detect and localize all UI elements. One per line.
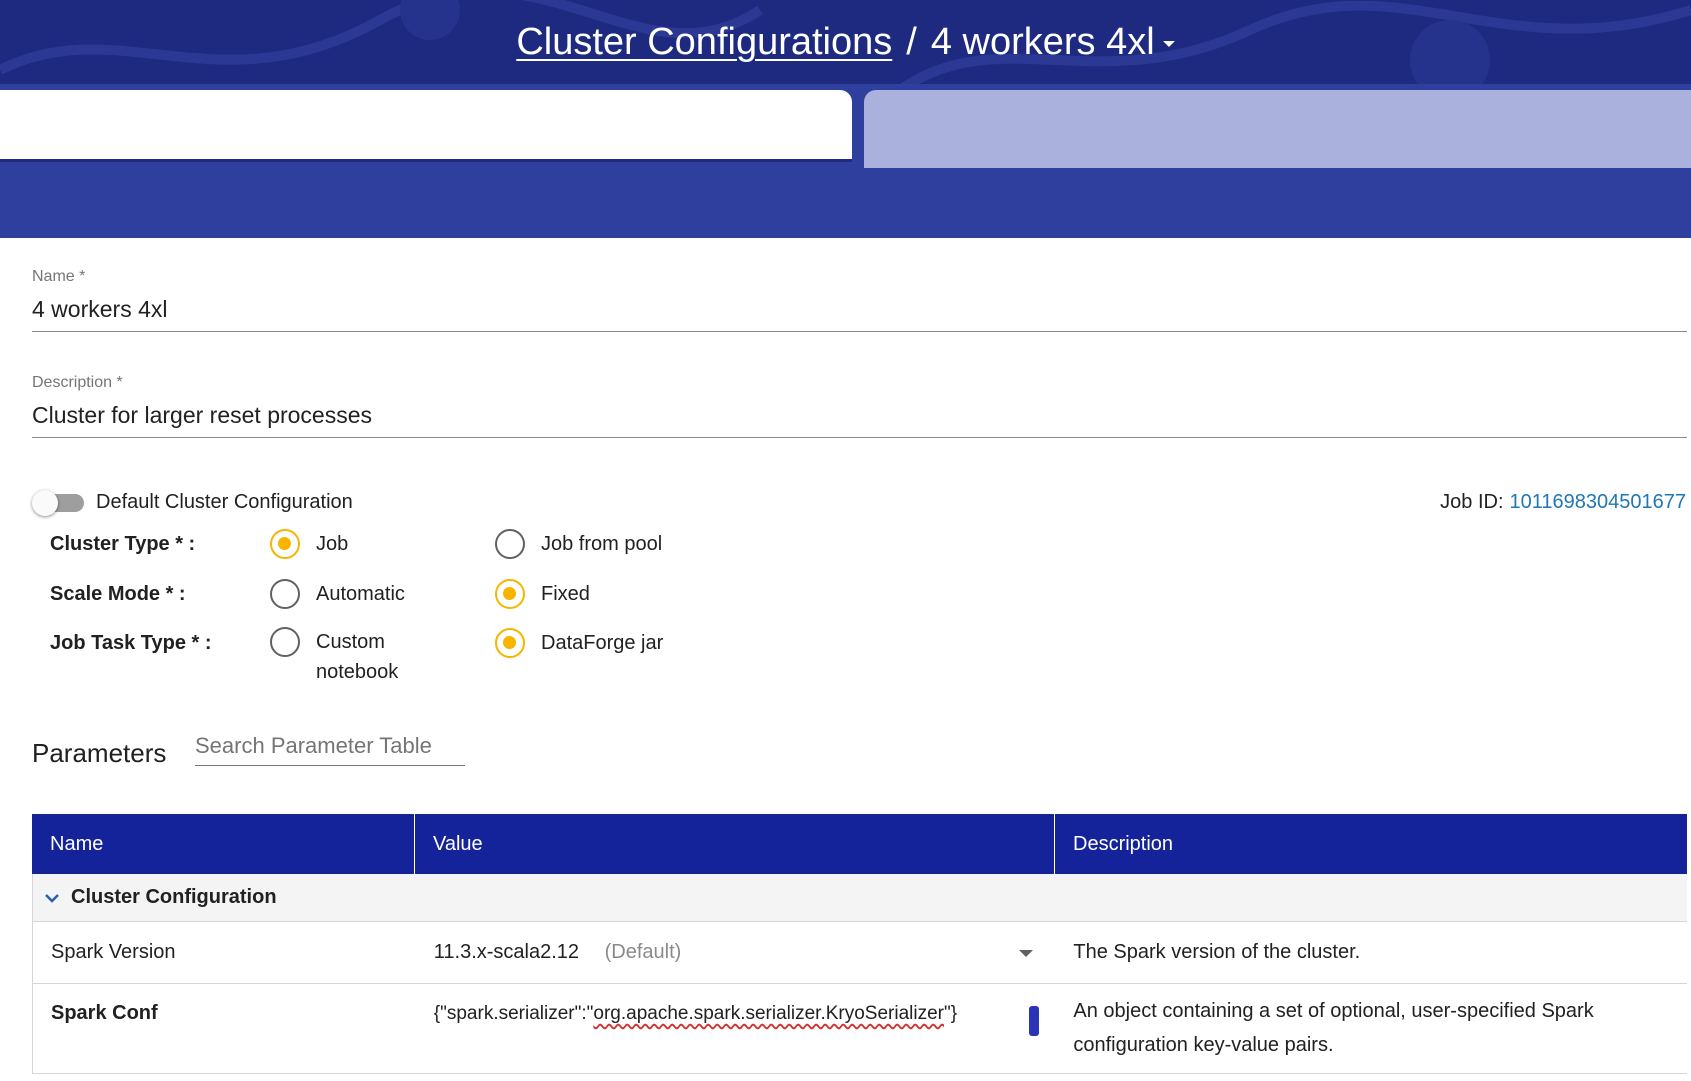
group-label: Cluster Configuration — [71, 886, 277, 908]
description-input[interactable]: Cluster for larger reset processes — [32, 402, 1687, 437]
json-suffix: "} — [944, 1003, 958, 1024]
cluster-type-row: Cluster Type * : Job Job from pool — [50, 528, 750, 560]
group-row-cluster-configuration[interactable]: Cluster Configuration — [32, 874, 1687, 922]
breadcrumb-current-label: 4 workers 4xl — [930, 20, 1155, 63]
tab-inactive[interactable] — [864, 90, 1691, 168]
scale-mode-row: Scale Mode * : Automatic Fixed — [50, 578, 750, 610]
radio-job-label: Job — [316, 533, 349, 555]
row-description: An object containing a set of optional, … — [1073, 1000, 1594, 1056]
chevron-down-icon — [45, 893, 59, 903]
parameters-title: Parameters — [32, 738, 167, 768]
job-id-label: Job ID: — [1440, 490, 1504, 513]
radio-dataforge-jar[interactable]: DataForge jar — [495, 627, 663, 659]
row-description: The Spark version of the cluster. — [1073, 941, 1361, 963]
toggle-thumb — [32, 490, 58, 516]
radio-dataforge-jar-label: DataForge jar — [541, 632, 664, 654]
parameter-table: Name Value Description Cluster Configura… — [32, 814, 1687, 1074]
spark-conf-json[interactable]: {"spark.serializer":"org.apache.spark.se… — [434, 1003, 957, 1024]
json-flagged-text: org.apache.spark.serializer.KryoSerializ… — [593, 1003, 944, 1024]
cluster-type-label: Cluster Type * : — [50, 533, 196, 555]
row-name: Spark Conf — [51, 1002, 158, 1024]
radio-custom-notebook[interactable]: Custom notebook — [270, 627, 416, 697]
tab-band — [0, 84, 1691, 238]
parameter-search-input[interactable] — [195, 726, 465, 766]
breadcrumb-link-cluster-configurations[interactable]: Cluster Configurations — [516, 21, 892, 64]
table-header: Name Value Description — [32, 814, 1687, 874]
scale-mode-label: Scale Mode * : — [50, 583, 186, 605]
radio-unchecked-icon — [495, 529, 525, 559]
job-task-type-label: Job Task Type * : — [50, 632, 212, 654]
radio-automatic-label: Automatic — [316, 583, 405, 605]
table-row: Spark Version 11.3.x-scala2.12 (Default)… — [32, 922, 1687, 984]
name-label: Name * — [32, 268, 86, 285]
default-config-label: Default Cluster Configuration — [96, 490, 353, 513]
column-header-name: Name — [32, 814, 415, 874]
name-field[interactable]: Name * 4 workers 4xl — [32, 268, 1687, 332]
row-name: Spark Version — [51, 941, 176, 963]
edit-handle-icon[interactable] — [1029, 1006, 1040, 1036]
spark-version-select[interactable]: 11.3.x-scala2.12 (Default) — [416, 941, 1056, 964]
column-header-description: Description — [1073, 833, 1174, 855]
job-task-type-row: Job Task Type * : Custom notebook DataFo… — [50, 627, 750, 697]
radio-job[interactable]: Job — [270, 528, 348, 560]
radio-checked-icon — [495, 579, 525, 609]
caret-down-icon — [1162, 41, 1175, 47]
default-config-toggle-row: Default Cluster Configuration — [32, 488, 353, 516]
breadcrumb-current-dropdown[interactable]: 4 workers 4xl — [931, 21, 1175, 64]
radio-fixed-label: Fixed — [541, 583, 590, 605]
radio-checked-icon — [495, 628, 525, 658]
config-form: Name * 4 workers 4xl Description * Clust… — [0, 238, 1691, 1081]
tab-active[interactable] — [0, 90, 852, 162]
radio-job-from-pool[interactable]: Job from pool — [495, 528, 662, 560]
radio-custom-notebook-label: Custom notebook — [316, 631, 399, 683]
radio-fixed[interactable]: Fixed — [495, 578, 590, 610]
description-field[interactable]: Description * Cluster for larger reset p… — [32, 374, 1687, 438]
app-header: Cluster Configurations / 4 workers 4xl — [0, 0, 1691, 90]
spark-version-default-note: (Default) — [604, 941, 682, 963]
radio-checked-icon — [270, 529, 300, 559]
spark-conf-value[interactable]: {"spark.serializer":"org.apache.spark.se… — [416, 984, 1056, 1073]
radio-job-from-pool-label: Job from pool — [541, 533, 663, 555]
breadcrumb: Cluster Configurations / 4 workers 4xl — [0, 0, 1691, 84]
radio-unchecked-icon — [270, 579, 300, 609]
spark-version-value: 11.3.x-scala2.12 — [433, 941, 580, 963]
description-label: Description * — [32, 374, 123, 391]
table-row: Spark Conf {"spark.serializer":"org.apac… — [32, 984, 1687, 1074]
default-config-toggle[interactable] — [32, 490, 84, 516]
radio-automatic[interactable]: Automatic — [270, 578, 405, 610]
json-prefix: {"spark.serializer":" — [433, 1003, 594, 1024]
radio-unchecked-icon — [270, 627, 300, 657]
job-id: Job ID: 1011698304501677 — [1440, 488, 1686, 516]
breadcrumb-separator: / — [906, 20, 917, 63]
select-caret-down-icon[interactable] — [1019, 949, 1034, 957]
name-input[interactable]: 4 workers 4xl — [32, 296, 1687, 331]
job-id-link[interactable]: 1011698304501677 — [1510, 491, 1686, 514]
column-header-value: Value — [415, 814, 1055, 874]
